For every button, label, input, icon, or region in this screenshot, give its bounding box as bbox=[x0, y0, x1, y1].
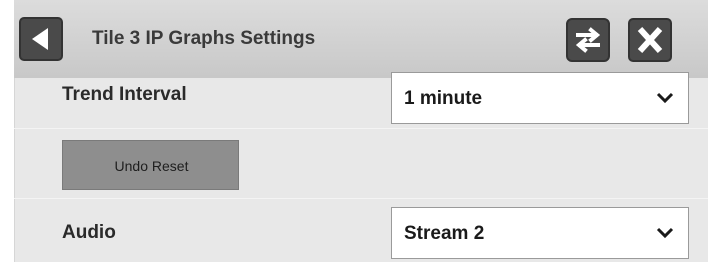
back-triangle-icon bbox=[32, 28, 48, 50]
close-x-icon bbox=[637, 26, 663, 54]
audio-value: Stream 2 bbox=[404, 223, 485, 244]
chevron-down-icon bbox=[656, 227, 674, 239]
chevron-down-icon bbox=[656, 92, 674, 104]
swap-button[interactable] bbox=[566, 18, 610, 62]
page-title: Tile 3 IP Graphs Settings bbox=[92, 28, 316, 49]
undo-reset-button[interactable]: Undo Reset bbox=[62, 140, 239, 190]
divider bbox=[14, 198, 708, 199]
audio-label: Audio bbox=[62, 222, 116, 243]
trend-interval-select[interactable]: 1 minute bbox=[391, 72, 689, 124]
trend-interval-value: 1 minute bbox=[404, 88, 483, 109]
back-button[interactable] bbox=[19, 17, 63, 61]
trend-interval-label: Trend Interval bbox=[62, 84, 187, 105]
audio-select[interactable]: Stream 2 bbox=[391, 207, 689, 259]
swap-arrows-icon bbox=[575, 27, 601, 53]
undo-reset-label: Undo Reset bbox=[114, 158, 189, 174]
divider bbox=[14, 128, 708, 129]
close-button[interactable] bbox=[628, 18, 672, 62]
